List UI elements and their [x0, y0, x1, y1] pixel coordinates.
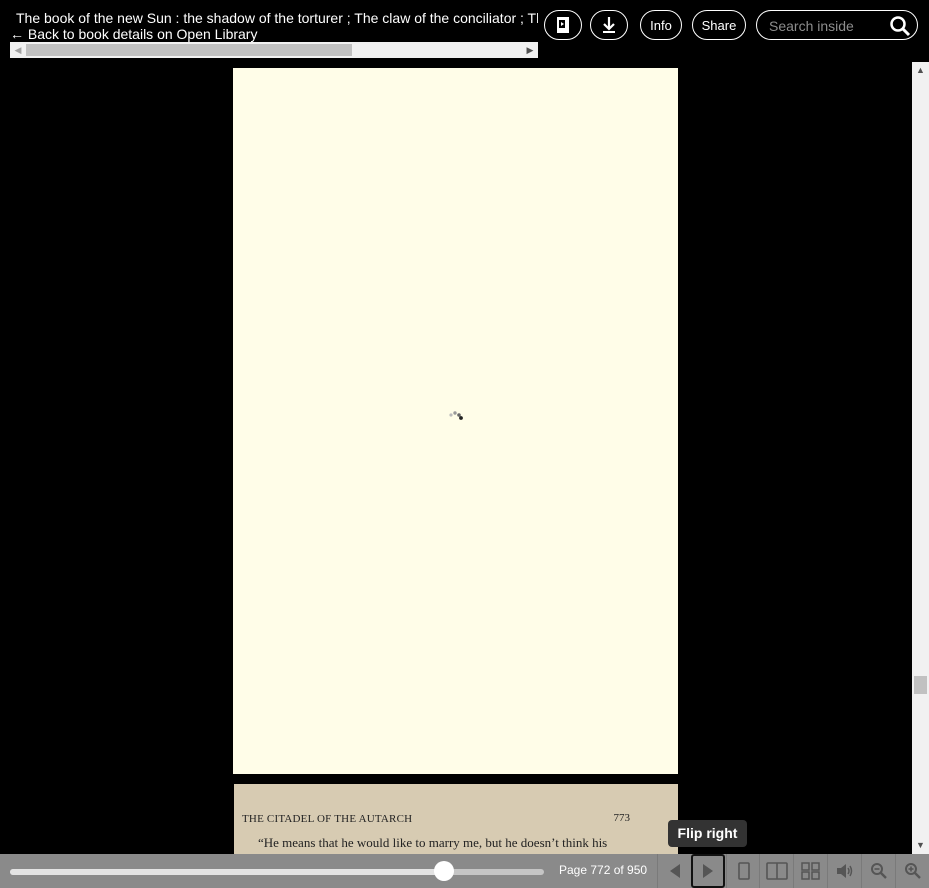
search-input[interactable] — [767, 16, 891, 36]
download-icon — [603, 17, 615, 33]
scroll-left-arrow-icon[interactable]: ◀ — [10, 42, 26, 58]
two-page-view-icon — [765, 862, 788, 880]
back-to-book-details-link[interactable]: ← Back to book details on Open Library — [10, 26, 257, 42]
flip-right-button[interactable] — [691, 854, 725, 888]
thumbnail-view-icon — [800, 862, 820, 880]
running-head: THE CITADEL OF THE AUTARCH — [242, 813, 413, 825]
search-icon[interactable] — [889, 15, 911, 37]
flip-left-button[interactable] — [657, 854, 691, 888]
download-button[interactable] — [590, 10, 628, 40]
page-number: 773 — [613, 812, 631, 824]
page-view-button[interactable] — [544, 10, 582, 40]
thumbnail-view-button[interactable] — [793, 854, 827, 888]
scroll-right-arrow-icon[interactable]: ▶ — [522, 42, 538, 58]
book-page-loading[interactable] — [233, 68, 678, 774]
page-indicator: Page 772 of 950 — [559, 863, 648, 877]
header-bar: The book of the new Sun : the shadow of … — [0, 0, 929, 62]
book-viewer[interactable]: THE CITADEL OF THE AUTARCH 773 “He means… — [0, 62, 912, 854]
page-text-line: “He means that he would like to marry me… — [258, 835, 608, 850]
scroll-up-arrow-icon[interactable]: ▲ — [912, 62, 929, 79]
search-inside-box[interactable] — [756, 10, 918, 40]
page-slider-handle[interactable] — [433, 861, 454, 881]
one-page-view-icon — [737, 862, 750, 880]
page-slider-fill — [10, 869, 444, 875]
page-icon — [557, 17, 569, 33]
book-title: The book of the new Sun : the shadow of … — [16, 10, 538, 26]
zoom-in-button[interactable] — [895, 854, 929, 888]
read-aloud-button[interactable] — [827, 854, 861, 888]
info-button[interactable]: Info — [640, 10, 682, 40]
arrow-right-icon — [703, 864, 713, 878]
title-horizontal-scrollbar[interactable]: ◀ ▶ — [10, 42, 538, 58]
loading-spinner-icon — [449, 411, 463, 420]
zoom-in-icon — [904, 863, 921, 879]
scrollbar-thumb[interactable] — [26, 44, 352, 56]
vertical-scrollbar-thumb[interactable] — [914, 676, 927, 694]
flip-right-tooltip: Flip right — [668, 820, 747, 847]
vertical-scrollbar[interactable]: ▲ ▼ — [912, 62, 929, 854]
zoom-out-button[interactable] — [861, 854, 895, 888]
bottom-toolbar: Page 772 of 950 — [0, 854, 929, 888]
book-page-scan[interactable]: THE CITADEL OF THE AUTARCH 773 “He means… — [234, 784, 678, 854]
arrow-left-icon — [669, 864, 680, 878]
scroll-down-arrow-icon[interactable]: ▼ — [912, 837, 929, 854]
one-page-view-button[interactable] — [726, 854, 760, 888]
two-page-view-button[interactable] — [759, 854, 793, 888]
zoom-out-icon — [870, 863, 887, 879]
page-slider-track[interactable] — [10, 869, 544, 875]
speaker-icon — [836, 864, 852, 878]
share-button[interactable]: Share — [692, 10, 746, 40]
